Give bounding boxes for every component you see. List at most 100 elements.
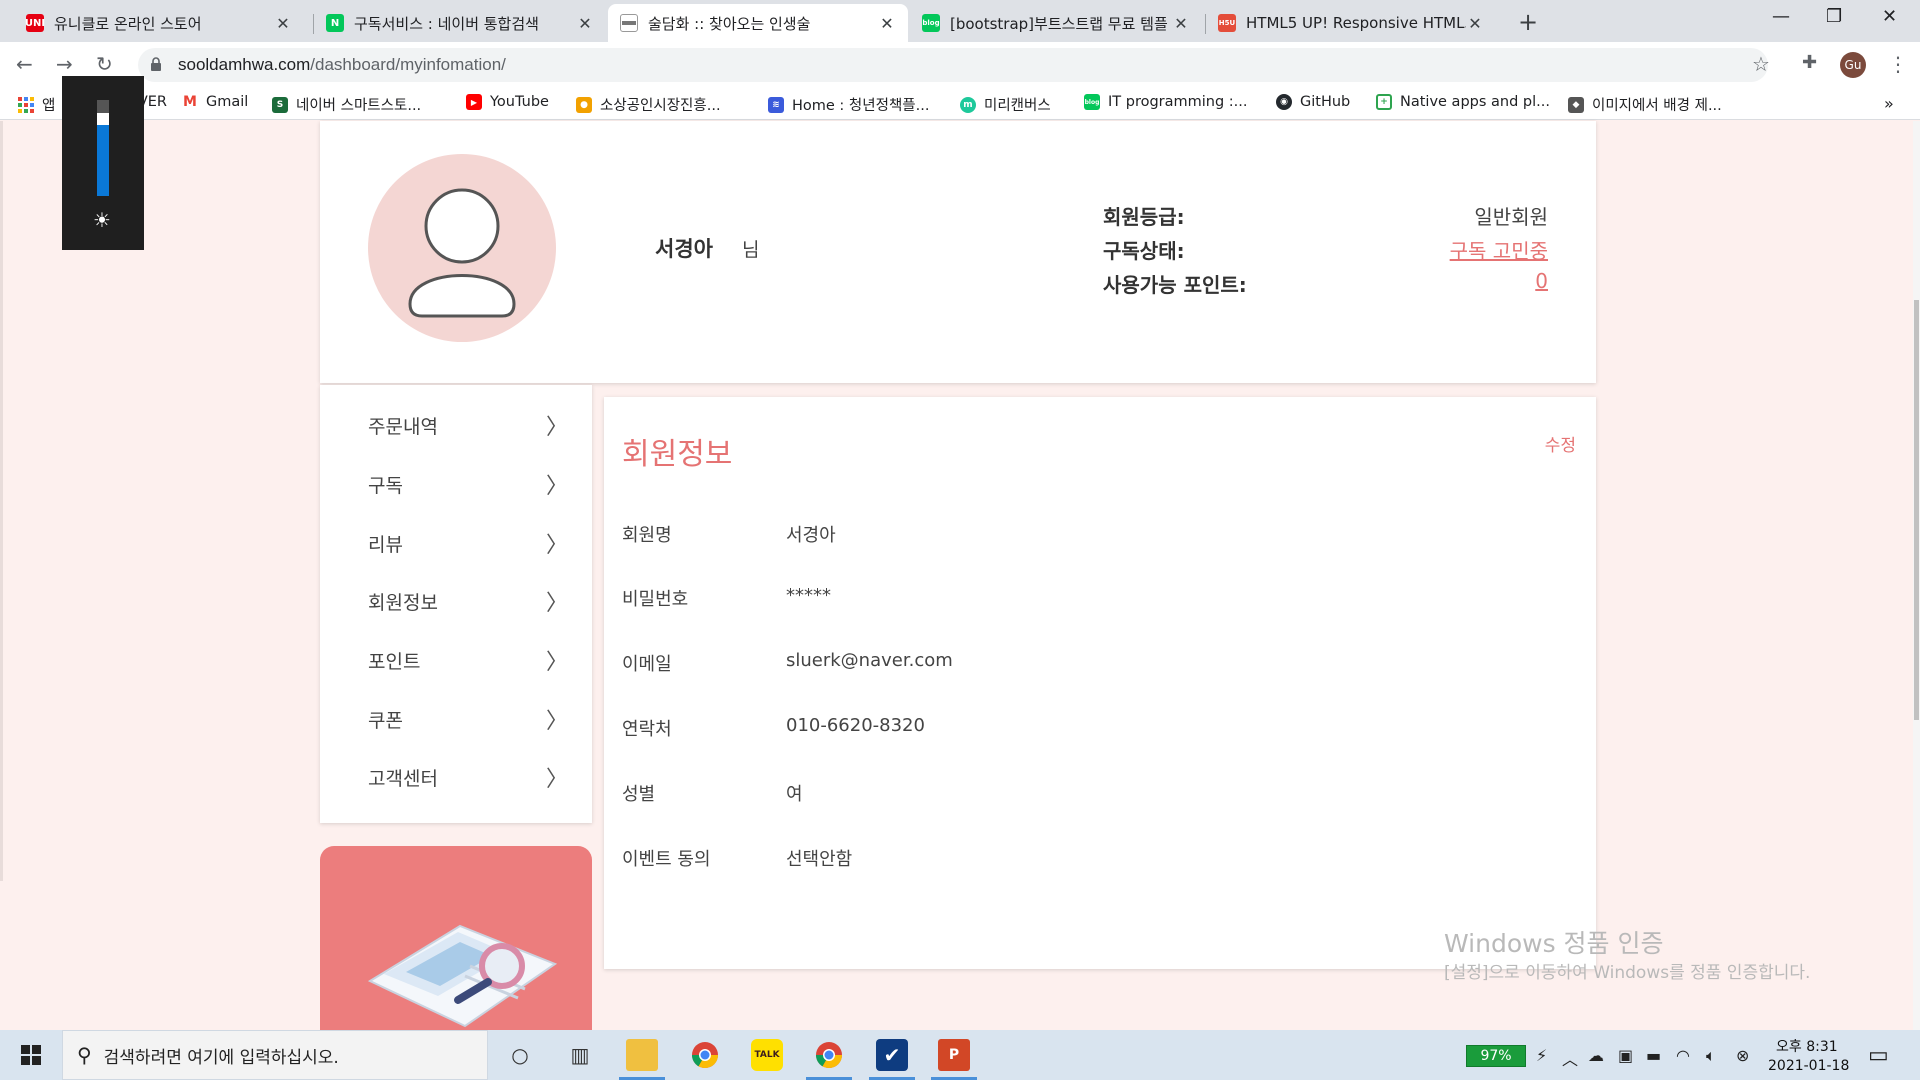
github-icon: ◉ bbox=[1276, 94, 1292, 110]
password-value: ***** bbox=[786, 585, 831, 606]
profile-avatar[interactable]: Gu bbox=[1840, 52, 1866, 78]
forward-icon[interactable]: → bbox=[56, 52, 73, 76]
sidebar-item-label: 포인트 bbox=[368, 650, 421, 673]
task-view-icon[interactable]: ▥ bbox=[564, 1039, 596, 1071]
windows-activation-title: Windows 정품 인증 bbox=[1444, 929, 1664, 958]
reload-icon[interactable]: ↻ bbox=[96, 52, 113, 76]
window-close-icon[interactable]: ✕ bbox=[1882, 6, 1897, 27]
edit-button[interactable]: 수정 bbox=[1545, 431, 1576, 456]
url-text[interactable]: sooldamhwa.com/dashboard/myinfomation/ bbox=[178, 55, 506, 75]
clock-time[interactable]: 오후 8:31 bbox=[1776, 1036, 1838, 1056]
sidebar-item-points[interactable]: 포인트 〉 bbox=[368, 640, 568, 680]
url-domain: sooldamhwa.com bbox=[178, 55, 311, 74]
bookmark-it-programming[interactable]: blog IT programming :... bbox=[1084, 94, 1248, 110]
blog-favicon-icon: blog bbox=[922, 14, 940, 32]
sidebar-item-coupons[interactable]: 쿠폰 〉 bbox=[368, 699, 568, 739]
taskbar-search-box[interactable]: ⚲ 검색하려면 여기에 입력하십시오. bbox=[62, 1030, 488, 1080]
cortana-icon[interactable]: ○ bbox=[504, 1039, 536, 1071]
sidebar-item-orders[interactable]: 주문내역 〉 bbox=[368, 405, 568, 445]
sidebar-item-label: 리뷰 bbox=[368, 533, 403, 556]
section-title: 회원정보 bbox=[622, 437, 733, 472]
chevron-right-icon: 〉 bbox=[545, 767, 568, 792]
windows-start-button[interactable] bbox=[0, 1030, 62, 1080]
powerpoint-icon[interactable]: P bbox=[938, 1039, 970, 1071]
bookmark-star-icon[interactable]: ☆ bbox=[1752, 52, 1770, 76]
blog-icon: blog bbox=[1084, 94, 1100, 110]
bookmarks-bar: 앱 N NAVER M Gmail S 네이버 스마트스토... ▶ YouTu… bbox=[0, 88, 1920, 120]
remove-bg-icon: ◆ bbox=[1568, 96, 1584, 113]
kakaotalk-icon[interactable]: TALK bbox=[751, 1039, 783, 1071]
sidebar-item-customer-center[interactable]: 고객센터 〉 bbox=[368, 757, 568, 797]
sidebar-item-member-info[interactable]: 회원정보 〉 bbox=[368, 581, 568, 621]
name-label: 회원명 bbox=[622, 525, 672, 546]
gender-label: 성별 bbox=[622, 784, 656, 805]
sidebar-item-reviews[interactable]: 리뷰 〉 bbox=[368, 523, 568, 563]
browser-tab-active[interactable]: 술담화 :: 찾아오는 인생술 ✕ bbox=[608, 4, 908, 42]
close-tab-icon[interactable]: ✕ bbox=[878, 14, 896, 33]
bookmark-youth-policy[interactable]: ≋ Home : 청년정책플... bbox=[768, 94, 929, 115]
user-name: 서경아 bbox=[655, 237, 713, 261]
onedrive-cloud-icon[interactable]: ☁ bbox=[1588, 1046, 1604, 1065]
bookmark-smartstore[interactable]: S 네이버 스마트스토... bbox=[272, 94, 421, 115]
semas-icon: ● bbox=[576, 96, 592, 113]
bookmark-label: Gmail bbox=[206, 94, 249, 110]
display-icon[interactable]: ▣ bbox=[1618, 1046, 1633, 1065]
chevron-up-icon[interactable]: ︿ bbox=[1562, 1046, 1578, 1070]
gmail-icon: M bbox=[182, 94, 198, 110]
clock-date[interactable]: 2021-01-18 bbox=[1768, 1058, 1849, 1074]
file-explorer-icon[interactable] bbox=[626, 1039, 658, 1071]
available-points-link[interactable]: 0 bbox=[1535, 269, 1548, 293]
scrollbar-thumb[interactable] bbox=[1914, 300, 1919, 720]
close-tab-icon[interactable]: ✕ bbox=[274, 14, 292, 33]
back-icon[interactable]: ← bbox=[16, 52, 33, 76]
search-placeholder: 검색하려면 여기에 입력하십시오. bbox=[103, 1047, 339, 1068]
close-tab-icon[interactable]: ✕ bbox=[1466, 14, 1484, 33]
bookmark-youtube[interactable]: ▶ YouTube bbox=[466, 94, 549, 110]
browser-menu-icon[interactable]: ⋮ bbox=[1888, 52, 1908, 76]
notification-icon[interactable]: ▭ bbox=[1868, 1043, 1889, 1068]
bookmark-label: Home : 청년정책플... bbox=[792, 98, 930, 114]
bookmark-label: 이미지에서 배경 제... bbox=[1592, 98, 1722, 114]
more-bookmarks-icon[interactable]: » bbox=[1884, 94, 1894, 113]
visual-studio-icon[interactable]: ✔ bbox=[876, 1039, 908, 1071]
bookmark-gmail[interactable]: M Gmail bbox=[182, 94, 248, 110]
browser-tab[interactable]: UNI 유니클로 온라인 스토어 ✕ bbox=[14, 4, 304, 42]
network-off-icon[interactable]: ⊗ bbox=[1736, 1046, 1749, 1065]
bookmark-semas[interactable]: ● 소상공인시장진흥... bbox=[576, 94, 721, 115]
browser-tab[interactable]: H5U HTML5 UP! Responsive HTML5 ✕ bbox=[1206, 4, 1496, 42]
sidebar-item-subscription[interactable]: 구독 〉 bbox=[368, 464, 568, 504]
extensions-puzzle-icon[interactable]: ✚ bbox=[1802, 52, 1817, 73]
new-tab-icon[interactable]: + bbox=[1518, 8, 1538, 36]
wifi-icon[interactable]: ◠ bbox=[1676, 1046, 1690, 1065]
bookmark-remove-bg[interactable]: ◆ 이미지에서 배경 제... bbox=[1568, 94, 1722, 115]
battery-indicator[interactable]: 97% bbox=[1466, 1045, 1526, 1067]
sidebar-item-label: 주문내역 bbox=[368, 415, 438, 438]
bookmark-native-apps[interactable]: + Native apps and pl... bbox=[1376, 94, 1550, 110]
promo-banner[interactable] bbox=[320, 846, 592, 1030]
minimize-icon[interactable]: — bbox=[1772, 6, 1790, 27]
tab-title: 유니클로 온라인 스토어 bbox=[54, 14, 202, 33]
email-value: sluerk@naver.com bbox=[786, 650, 953, 671]
chrome-icon[interactable] bbox=[689, 1039, 721, 1071]
browser-tab[interactable]: blog [bootstrap]부트스트랩 무료 템플 ✕ bbox=[910, 4, 1202, 42]
bookmark-github[interactable]: ◉ GitHub bbox=[1276, 94, 1350, 110]
bookmark-apps[interactable]: 앱 bbox=[18, 94, 55, 115]
close-tab-icon[interactable]: ✕ bbox=[576, 14, 594, 33]
browser-tab[interactable]: N 구독서비스 : 네이버 통합검색 ✕ bbox=[314, 4, 606, 42]
brightness-slider[interactable] bbox=[97, 100, 109, 196]
bookmark-miricanvas[interactable]: m 미리캔버스 bbox=[960, 94, 1051, 115]
brightness-thumb[interactable] bbox=[97, 113, 109, 125]
speaker-icon[interactable]: 🔈︎ bbox=[1706, 1046, 1716, 1066]
lock-icon bbox=[151, 57, 161, 71]
close-tab-icon[interactable]: ✕ bbox=[1172, 14, 1190, 33]
uniqlo-favicon-icon: UNI bbox=[25, 14, 45, 32]
sidebar-item-label: 회원정보 bbox=[368, 591, 438, 614]
subscription-status-link[interactable]: 구독 고민중 bbox=[1450, 235, 1548, 264]
restore-icon[interactable]: ❐ bbox=[1826, 6, 1842, 27]
chevron-right-icon: 〉 bbox=[545, 709, 568, 734]
chrome-icon[interactable] bbox=[813, 1039, 845, 1071]
gender-value: 여 bbox=[786, 784, 803, 805]
bookmark-label: YouTube bbox=[490, 94, 549, 110]
battery-icon[interactable]: ▬ bbox=[1646, 1046, 1661, 1065]
tab-title: 술담화 :: 찾아오는 인생술 bbox=[648, 14, 811, 33]
